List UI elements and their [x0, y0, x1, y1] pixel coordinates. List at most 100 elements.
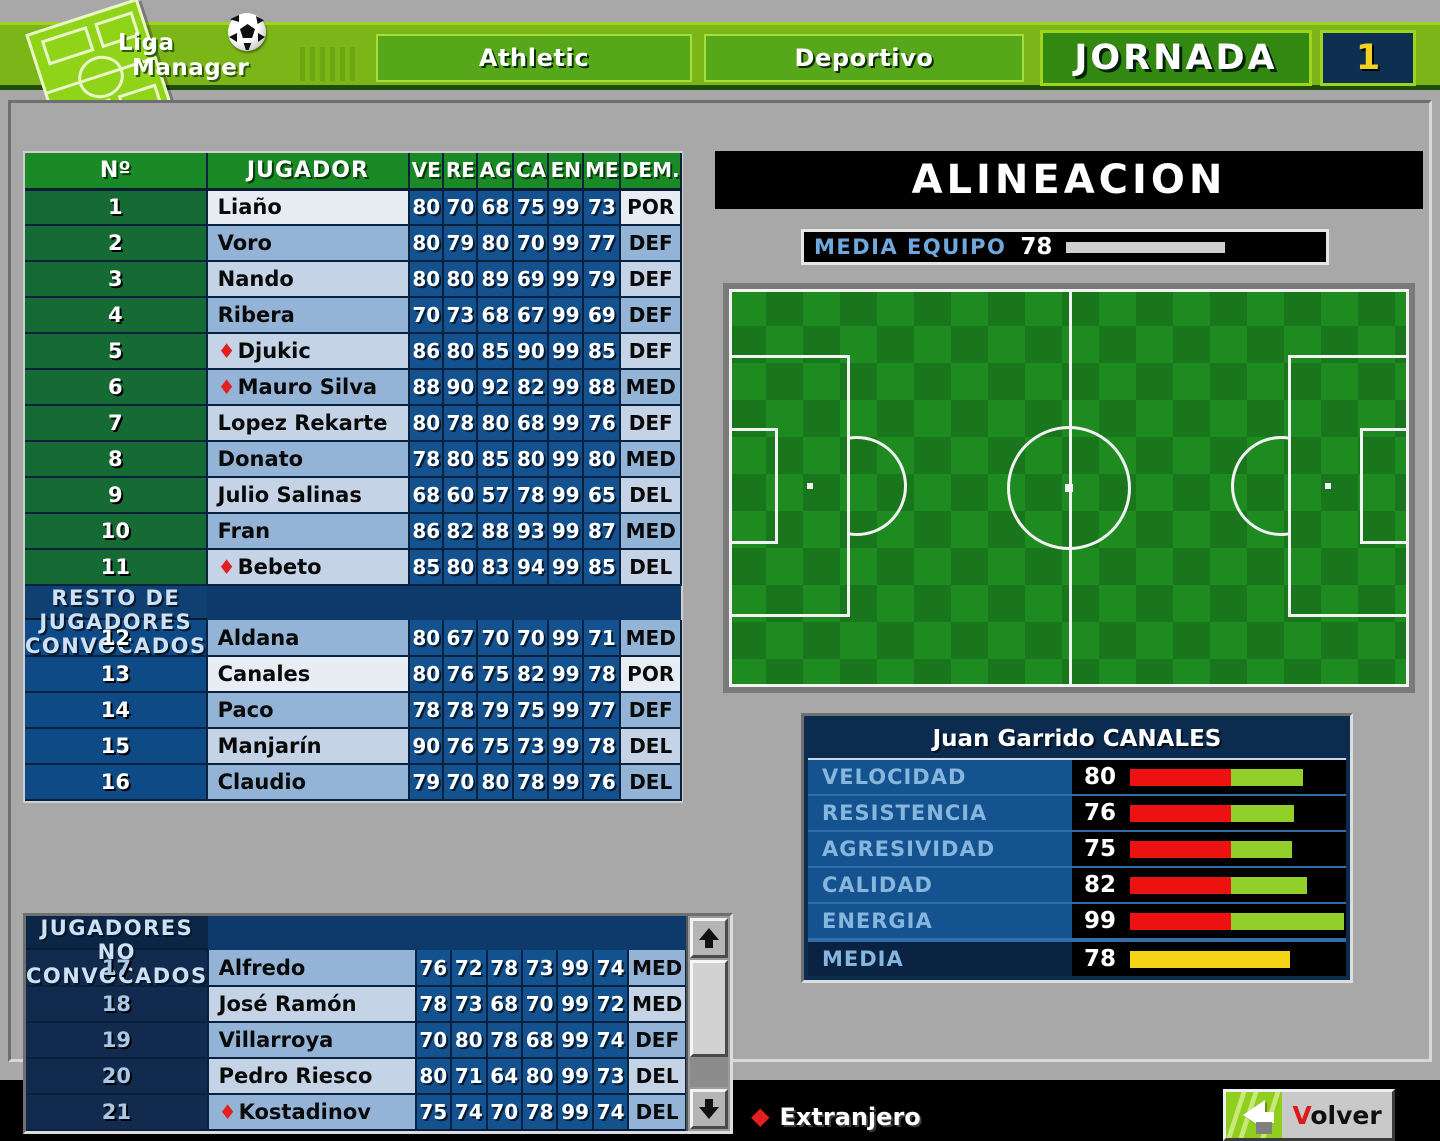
scrollbar-track[interactable]	[690, 960, 728, 1087]
player-stat-ve: 78	[415, 986, 453, 1023]
player-name[interactable]: Pedro Riesco	[207, 1058, 417, 1095]
player-position: DEF	[620, 405, 682, 442]
liga-manager-window: Liga Manager Athletic Deportivo JORNADA	[0, 0, 1440, 1141]
player-name[interactable]: ♦Kostadinov	[207, 1094, 417, 1131]
player-stat-en: 99	[548, 369, 585, 406]
player-name[interactable]: Claudio	[206, 764, 411, 801]
player-stat-re: 80	[443, 261, 479, 298]
player-stat-re: 80	[443, 333, 479, 370]
player-position: DEL	[620, 764, 682, 801]
player-name[interactable]: ♦Mauro Silva	[206, 369, 411, 406]
table-row[interactable]: 13 Canales 80 76 75 82 99 78 POR	[25, 656, 682, 693]
player-position: POR	[620, 656, 682, 693]
player-name[interactable]: Fran	[206, 513, 411, 550]
roster-header-row: Nº JUGADOR VE RE AG CA EN ME DEM.	[25, 153, 682, 191]
player-stat-ag: 78	[486, 950, 523, 987]
player-stat-re: 80	[443, 441, 479, 478]
player-detail-name: Juan Garrido CANALES	[808, 720, 1346, 760]
player-name[interactable]: Paco	[206, 692, 411, 729]
player-number: 11	[25, 549, 208, 586]
player-stat-ca: 93	[513, 513, 550, 550]
table-row[interactable]: 1 Liaño 80 70 68 75 99 73 POR	[25, 189, 682, 226]
away-team-button[interactable]: Deportivo	[704, 34, 1024, 82]
table-row[interactable]: 14 Paco 78 78 79 75 99 77 DEF	[25, 692, 682, 729]
table-row[interactable]: 6 ♦Mauro Silva 88 90 92 82 99 88 MED	[25, 369, 682, 406]
player-stat-me: 71	[583, 620, 622, 657]
table-row[interactable]: 10 Fran 86 82 88 93 99 87 MED	[25, 513, 682, 550]
matchday-label: JORNADA	[1074, 38, 1278, 78]
back-arrow-icon	[1226, 1092, 1282, 1138]
table-row[interactable]: 11 ♦Bebeto 85 80 83 94 99 85 DEL	[25, 549, 682, 586]
attribute-label: CALIDAD	[808, 868, 1072, 902]
scrollbar-thumb[interactable]	[690, 960, 728, 1057]
player-number: 4	[25, 297, 208, 334]
foreign-marker-icon: ♦	[217, 339, 236, 363]
player-number: 18	[26, 986, 209, 1023]
scroll-up-button[interactable]	[690, 918, 728, 958]
main-stage: Nº JUGADOR VE RE AG CA EN ME DEM. 1 Liaño 80 70 68 75 9…	[8, 100, 1432, 1141]
player-name[interactable]: Julio Salinas	[206, 477, 411, 514]
player-name[interactable]: ♦Djukic	[206, 333, 411, 370]
player-stat-ag: 85	[477, 333, 515, 370]
table-row[interactable]: 7 Lopez Rekarte 80 78 80 68 99 76 DEF	[25, 405, 682, 442]
player-name[interactable]: Canales	[206, 656, 411, 693]
table-row[interactable]: 19 Villarroya 70 80 78 68 99 74 DEF	[26, 1022, 687, 1059]
player-stat-re: 73	[451, 986, 488, 1023]
table-row[interactable]: 2 Voro 80 79 80 70 99 77 DEF	[25, 225, 682, 262]
player-stat-en: 99	[548, 333, 585, 370]
table-row[interactable]: 16 Claudio 79 70 80 78 99 76 DEL	[25, 764, 682, 801]
table-row[interactable]: 15 Manjarín 90 76 75 73 99 78 DEL	[25, 728, 682, 765]
attribute-value: 82	[1072, 868, 1128, 902]
player-name[interactable]: Manjarín	[206, 728, 411, 765]
table-row[interactable]: 21 ♦Kostadinov 75 74 70 78 99 74 DEL	[26, 1094, 687, 1131]
arrow-up-icon	[699, 928, 719, 940]
player-stat-en: 99	[548, 764, 585, 801]
player-name[interactable]: Lopez Rekarte	[206, 405, 411, 442]
player-name[interactable]: Liaño	[206, 189, 411, 226]
player-name[interactable]: ♦Bebeto	[206, 549, 411, 586]
scroll-down-button[interactable]	[690, 1089, 728, 1129]
column-header-ve: VE	[409, 153, 445, 191]
attribute-label: RESISTENCIA	[808, 796, 1072, 830]
table-row[interactable]: 18 José Ramón 78 73 68 70 99 72 MED	[26, 986, 687, 1023]
roster-scrollbar[interactable]	[686, 916, 730, 1131]
player-name[interactable]: Voro	[206, 225, 411, 262]
player-stat-en: 99	[548, 549, 585, 586]
player-name[interactable]: Donato	[206, 441, 411, 478]
attribute-label: AGRESIVIDAD	[808, 832, 1072, 866]
home-team-button[interactable]: Athletic	[376, 34, 692, 82]
table-row[interactable]: 5 ♦Djukic 86 80 85 90 99 85 DEF	[25, 333, 682, 370]
football-pitch[interactable]	[729, 289, 1409, 687]
player-position: MED	[628, 986, 687, 1023]
player-stat-me: 69	[583, 297, 622, 334]
player-name[interactable]: Villarroya	[207, 1022, 417, 1059]
table-row[interactable]: 4 Ribera 70 73 68 67 99 69 DEF	[25, 297, 682, 334]
table-row[interactable]: 8 Donato 78 80 85 80 99 80 MED	[25, 441, 682, 478]
away-team-label: Deportivo	[794, 44, 934, 72]
matchday-value-box: 1	[1320, 30, 1416, 86]
table-row[interactable]: 9 Julio Salinas 68 60 57 78 99 65 DEL	[25, 477, 682, 514]
player-stat-ca: 70	[513, 225, 550, 262]
player-number: 2	[25, 225, 208, 262]
player-stat-me: 87	[583, 513, 622, 550]
player-number: 5	[25, 333, 208, 370]
player-position: DEF	[628, 1022, 687, 1059]
player-name[interactable]: Aldana	[206, 620, 411, 657]
back-button[interactable]: Volver	[1223, 1089, 1395, 1141]
attribute-value: 99	[1072, 904, 1128, 938]
attribute-label: VELOCIDAD	[808, 760, 1072, 794]
player-stat-ca: 68	[521, 1022, 559, 1059]
header-dash-decoration	[300, 47, 360, 81]
table-row[interactable]: 3 Nando 80 80 89 69 99 79 DEF	[25, 261, 682, 298]
player-stat-ca: 80	[521, 1058, 559, 1095]
player-stat-me: 88	[583, 369, 622, 406]
player-name[interactable]: Nando	[206, 261, 411, 298]
table-row[interactable]: 20 Pedro Riesco 80 71 64 80 99 73 DEL	[26, 1058, 687, 1095]
roster-table-panel: Nº JUGADOR VE RE AG CA EN ME DEM. 1 Liaño 80 70 68 75 9…	[23, 151, 683, 803]
team-average-track	[1066, 241, 1270, 253]
player-name[interactable]: José Ramón	[207, 986, 417, 1023]
player-name[interactable]: Alfredo	[207, 950, 417, 987]
player-name[interactable]: Ribera	[206, 297, 411, 334]
player-number: 20	[26, 1058, 209, 1095]
player-detail-panel: Juan Garrido CANALES VELOCIDAD 80 RESISTEN…	[801, 713, 1353, 983]
